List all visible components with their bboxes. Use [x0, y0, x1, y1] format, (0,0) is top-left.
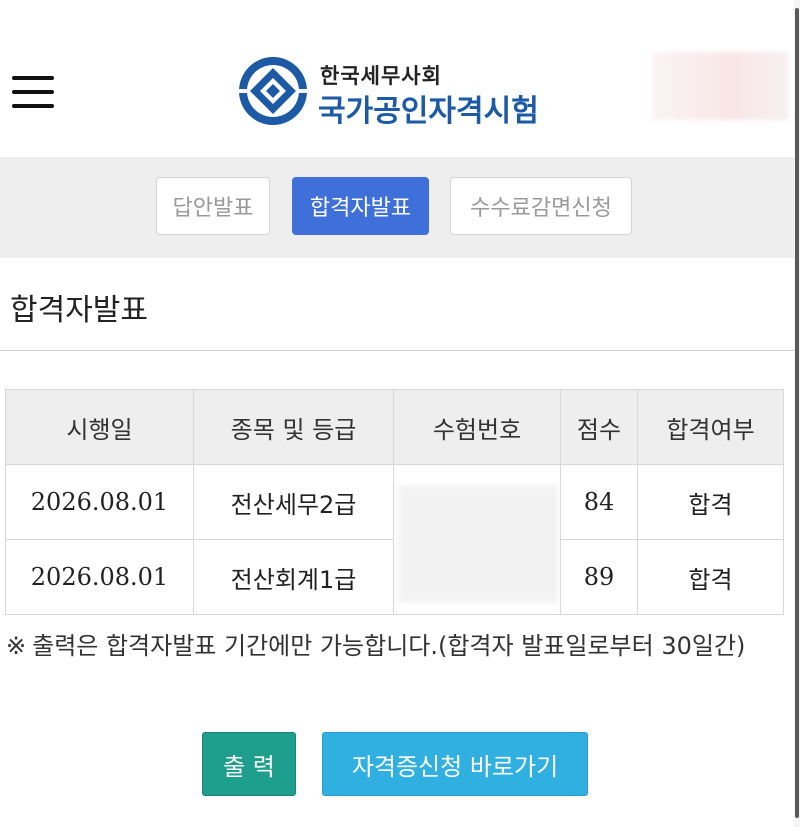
section-divider — [0, 350, 800, 351]
tab-bar: 답안발표 합격자발표 수수료감면신청 — [0, 157, 800, 258]
scrollbar[interactable] — [794, 0, 800, 827]
cell-score: 84 — [560, 464, 638, 540]
notice-mark: ※ — [6, 632, 27, 660]
tab-answer-release[interactable]: 답안발표 — [156, 177, 270, 235]
results-table: 시행일 종목 및 등급 수험번호 점수 합격여부 2026.08.01 전산세무… — [5, 389, 784, 615]
cell-subject-grade: 전산회계1급 — [193, 539, 394, 615]
diamond-emblem-icon — [238, 57, 308, 125]
cell-exam-date: 2026.08.01 — [5, 539, 194, 615]
cell-exam-number-redacted — [393, 464, 561, 615]
header-exam-number: 수험번호 — [393, 389, 561, 465]
page-title: 합격자발표 — [10, 293, 148, 328]
scrollbar-thumb[interactable] — [795, 8, 799, 818]
cell-pass-status: 합격 — [637, 539, 784, 615]
cell-subject-grade: 전산세무2급 — [193, 464, 394, 540]
print-button[interactable]: 출 력 — [202, 732, 296, 796]
logo-exam-name: 국가공인자격시험 — [318, 94, 539, 129]
page: 한국세무사회 국가공인자격시험 답안발표 합격자발표 수수료감면신청 합격자발표… — [0, 0, 800, 827]
cell-exam-date: 2026.08.01 — [5, 464, 194, 540]
header-pass-status: 합격여부 — [637, 389, 784, 465]
header-exam-date: 시행일 — [5, 389, 194, 465]
redacted-exam-number — [398, 485, 558, 603]
table-header-row: 시행일 종목 및 등급 수험번호 점수 합격여부 — [5, 389, 784, 465]
logo[interactable]: 한국세무사회 국가공인자격시험 — [238, 54, 558, 129]
table-row: 2026.08.01 전산세무2급 84 합격 — [5, 464, 784, 615]
print-notice: ※ 출력은 합격자발표 기간에만 가능합니다.(합격자 발표일로부터 30일간) — [6, 628, 778, 664]
cell-score: 89 — [560, 539, 638, 615]
header-score: 점수 — [560, 389, 638, 465]
certificate-apply-button[interactable]: 자격증신청 바로가기 — [322, 732, 588, 796]
header-subject-grade: 종목 및 등급 — [193, 389, 394, 465]
hamburger-menu-icon[interactable] — [12, 74, 56, 110]
notice-text: 출력은 합격자발표 기간에만 가능합니다.(합격자 발표일로부터 30일간) — [32, 632, 746, 660]
cell-pass-status: 합격 — [637, 464, 784, 540]
tab-fee-reduction[interactable]: 수수료감면신청 — [450, 177, 632, 235]
tab-pass-announcement[interactable]: 합격자발표 — [292, 177, 429, 235]
blurred-user-area — [652, 52, 788, 120]
header: 한국세무사회 국가공인자격시험 — [0, 0, 800, 157]
